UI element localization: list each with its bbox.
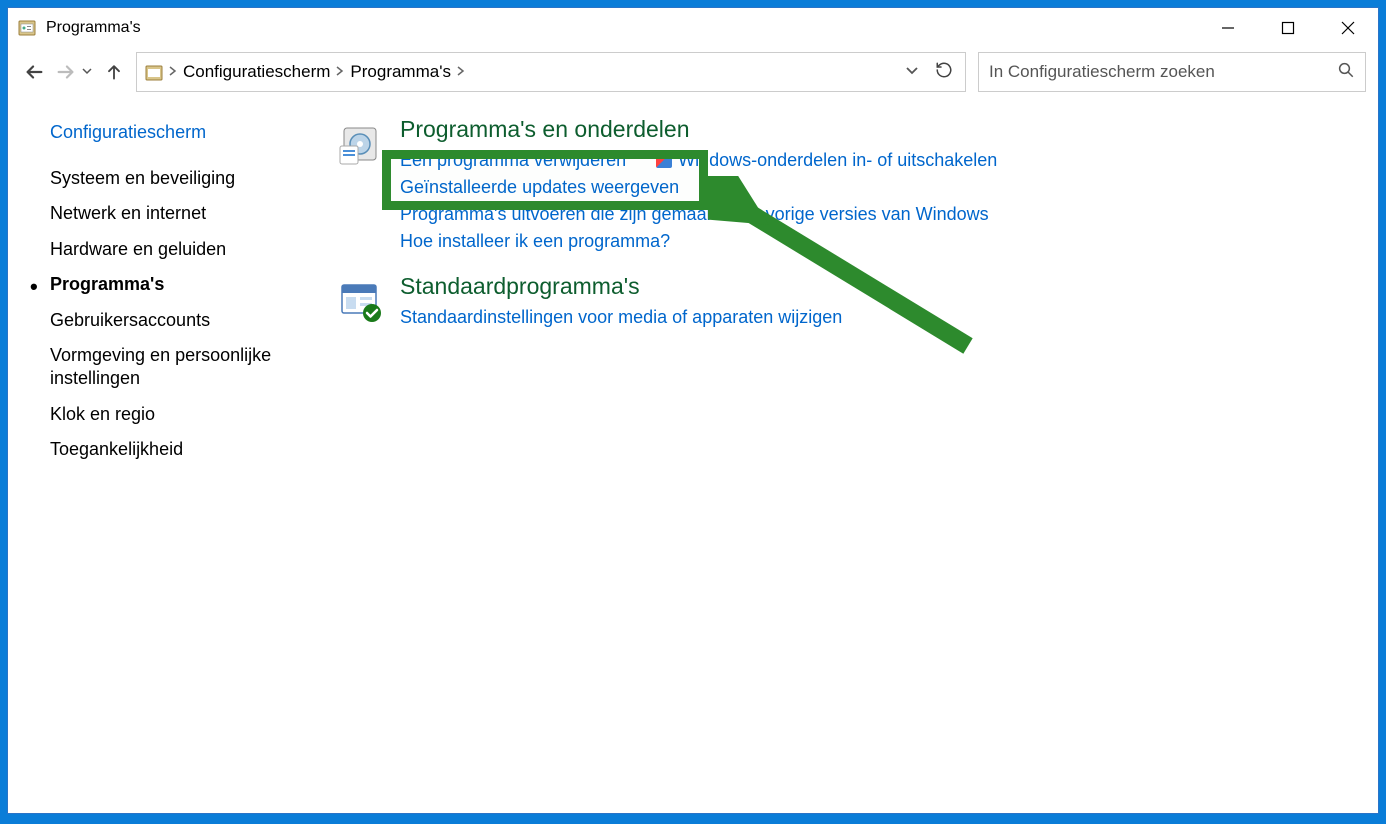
- minimize-button[interactable]: [1198, 8, 1258, 48]
- sidebar-home-link[interactable]: Configuratiescherm: [50, 122, 322, 143]
- sidebar-item-hardware[interactable]: Hardware en geluiden: [50, 238, 322, 261]
- refresh-button[interactable]: [935, 61, 953, 84]
- search-input[interactable]: [989, 62, 1337, 82]
- app-icon: [18, 19, 36, 37]
- sidebar-item-vormgeving[interactable]: Vormgeving en persoonlijke instellingen: [50, 344, 322, 391]
- sidebar-item-toegankelijkheid[interactable]: Toegankelijkheid: [50, 438, 322, 461]
- link-windows-features[interactable]: Windows-onderdelen in- of uitschakelen: [656, 147, 997, 174]
- link-installed-updates[interactable]: Geïnstalleerde updates weergeven: [400, 174, 679, 201]
- link-previous-windows[interactable]: Programma's uitvoeren die zijn gemaakt v…: [400, 201, 989, 228]
- body: Configuratiescherm Systeem en beveiligin…: [8, 96, 1378, 813]
- sidebar-item-klok[interactable]: Klok en regio: [50, 403, 322, 426]
- search-icon[interactable]: [1337, 61, 1355, 84]
- recent-dropdown[interactable]: [82, 66, 92, 79]
- breadcrumb-item-1[interactable]: Programma's: [350, 62, 451, 82]
- maximize-button[interactable]: [1258, 8, 1318, 48]
- category-programs-features: Programma's en onderdelen Een programma …: [338, 116, 1378, 255]
- breadcrumb-item-0[interactable]: Configuratiescherm: [183, 62, 330, 82]
- link-default-settings[interactable]: Standaardinstellingen voor media of appa…: [400, 304, 842, 331]
- category-default-programs: Standaardprogramma's Standaardinstelling…: [338, 273, 1378, 331]
- titlebar: Programma's: [8, 8, 1378, 48]
- sidebar-item-programmas[interactable]: Programma's: [50, 273, 322, 296]
- default-programs-icon: [338, 279, 382, 323]
- breadcrumb-sep[interactable]: [457, 65, 465, 79]
- navbar: Configuratiescherm Programma's: [8, 48, 1378, 96]
- up-button[interactable]: [100, 58, 128, 86]
- main-content: Programma's en onderdelen Een programma …: [338, 96, 1378, 813]
- control-panel-window: Programma's: [7, 7, 1379, 814]
- link-uninstall[interactable]: Een programma verwijderen: [400, 147, 626, 174]
- category-title[interactable]: Programma's en onderdelen: [400, 116, 1378, 143]
- window-title: Programma's: [46, 19, 141, 37]
- close-button[interactable]: [1318, 8, 1378, 48]
- address-dropdown[interactable]: [905, 62, 919, 82]
- address-bar[interactable]: Configuratiescherm Programma's: [136, 52, 966, 92]
- sidebar-item-systeem[interactable]: Systeem en beveiliging: [50, 167, 322, 190]
- sidebar-item-gebruikers[interactable]: Gebruikersaccounts: [50, 309, 322, 332]
- breadcrumb-sep[interactable]: [336, 65, 344, 79]
- link-how-install[interactable]: Hoe installeer ik een programma?: [400, 228, 670, 255]
- forward-button[interactable]: [52, 58, 80, 86]
- breadcrumb-sep[interactable]: [169, 65, 177, 79]
- sidebar: Configuratiescherm Systeem en beveiligin…: [8, 96, 338, 813]
- back-button[interactable]: [20, 58, 48, 86]
- programs-icon: [338, 122, 382, 166]
- window-controls: [1198, 8, 1378, 48]
- category-title[interactable]: Standaardprogramma's: [400, 273, 1378, 300]
- search-box[interactable]: [978, 52, 1366, 92]
- sidebar-item-netwerk[interactable]: Netwerk en internet: [50, 202, 322, 225]
- address-icon: [145, 62, 163, 82]
